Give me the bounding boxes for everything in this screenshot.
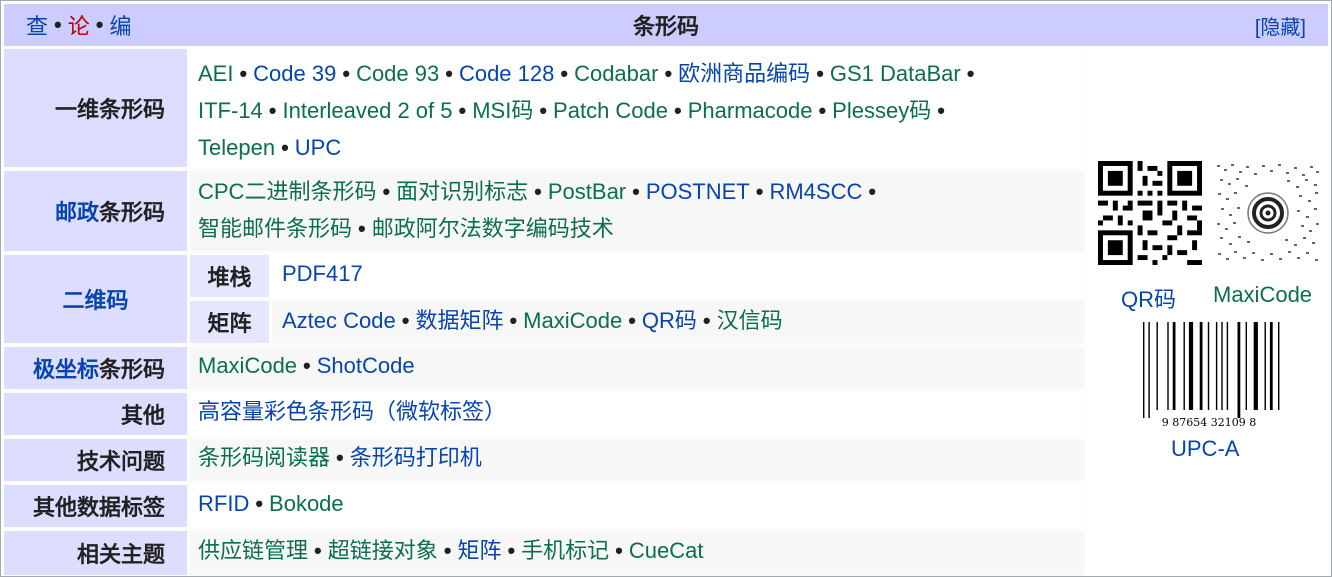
list-item[interactable]: Aztec Code (282, 308, 396, 333)
hide-toggle[interactable]: [隐藏] (1255, 4, 1306, 46)
group-label-rest: 条形码 (98, 357, 165, 382)
group-list-postal: CPC二进制条形码 • 面对识别标志 • PostBar • POSTNET • RM4SCC •… (190, 171, 1084, 251)
list-item[interactable]: 欧洲商品编码 (678, 61, 810, 86)
group-list-other: 高容量彩色条形码（微软标签） (190, 393, 1084, 435)
list-item[interactable]: 矩阵 (457, 538, 501, 563)
navbox-title-bar: 查 • 论 • 编 条形码 [隐藏] (4, 4, 1328, 46)
group-label-1d: 一维条形码 (4, 49, 187, 167)
upc-barcode-image[interactable]: 9 87654 32109 8 (1133, 322, 1285, 430)
list-item[interactable]: Code 93 (356, 61, 439, 86)
vte-links: 查 • 论 • 编 (26, 4, 131, 46)
subgroup-list-stacked: PDF417 (272, 255, 1084, 297)
list-item[interactable]: Code 39 (253, 61, 336, 86)
maxicode-image[interactable] (1215, 161, 1321, 265)
group-list-related: 供应链管理 • 超链接对象 • 矩阵 • 手机标记 • CueCat (190, 531, 1084, 575)
talk-link[interactable]: 论 (68, 9, 90, 41)
list-item[interactable]: 供应链管理 (198, 538, 308, 563)
list-item[interactable]: 超链接对象 (328, 538, 438, 563)
group-list-polar: MaxiCode • ShotCode (190, 347, 1084, 389)
group-label-rest: 条形码 (98, 200, 165, 225)
list-item[interactable]: MaxiCode (523, 308, 622, 333)
group-label-related: 相关主题 (4, 531, 187, 575)
image-column: QR码 MaxiCode 9 87654 32109 8 UPC-A (1087, 49, 1328, 575)
list-item[interactable]: RFID (198, 491, 249, 516)
list-item[interactable]: CueCat (629, 538, 704, 563)
qr-code-image[interactable] (1098, 161, 1202, 265)
list-item[interactable]: RM4SCC (769, 179, 862, 204)
list-item[interactable]: 数据矩阵 (415, 308, 503, 333)
upc-digits: 9 87654 32109 8 (1162, 416, 1256, 429)
group-label-other: 其他 (4, 393, 187, 435)
list-item[interactable]: 邮政阿尔法数字编码技术 (372, 216, 614, 241)
subgroup-label-matrix: 矩阵 (190, 301, 269, 343)
list-item[interactable]: Codabar (574, 61, 658, 86)
polar-link[interactable]: 极坐标 (33, 352, 99, 384)
list-item[interactable]: MaxiCode (198, 353, 297, 378)
list-item[interactable]: MSI码 (472, 98, 533, 123)
navbox: 查 • 论 • 编 条形码 [隐藏] 一维条形码 AEI • Code 39 • Cod… (0, 0, 1332, 577)
group-list-1d: AEI • Code 39 • Code 93 • Code 128 • Codabar • 欧洲商… (190, 49, 1084, 167)
list-item[interactable]: GS1 DataBar (830, 61, 961, 86)
group-label-tech: 技术问题 (4, 439, 187, 481)
list-item[interactable]: Telepen (198, 135, 275, 160)
list-item[interactable]: PostBar (548, 179, 626, 204)
postal-link[interactable]: 邮政 (55, 195, 99, 227)
2d-link[interactable]: 二维码 (62, 283, 128, 315)
group-label-data-tags: 其他数据标签 (4, 485, 187, 527)
list-item[interactable]: AEI (198, 61, 233, 86)
list-item[interactable]: CPC二进制条形码 (198, 179, 376, 204)
list-item[interactable]: Patch Code (553, 98, 668, 123)
list-item[interactable]: Code 128 (459, 61, 554, 86)
list-item[interactable]: 面对识别标志 (396, 179, 528, 204)
list-item[interactable]: Interleaved 2 of 5 (283, 98, 453, 123)
list-item[interactable]: Bokode (269, 491, 344, 516)
maxicode-caption[interactable]: MaxiCode (1213, 282, 1312, 308)
list-item[interactable]: 手机标记 (521, 538, 609, 563)
list-item[interactable]: ITF-14 (198, 98, 263, 123)
group-label-postal: 邮政 条形码 (4, 171, 187, 251)
list-item[interactable]: Pharmacode (688, 98, 813, 123)
group-list-tech: 条形码阅读器 • 条形码打印机 (190, 439, 1084, 481)
subgroup-label-stacked: 堆栈 (190, 255, 269, 297)
list-item[interactable]: ShotCode (317, 353, 415, 378)
view-link[interactable]: 查 (26, 9, 48, 41)
list-item[interactable]: 条形码阅读器 (198, 445, 330, 470)
upc-caption[interactable]: UPC-A (1171, 436, 1239, 462)
list-item[interactable]: UPC (295, 135, 341, 160)
qr-caption[interactable]: QR码 (1121, 282, 1176, 314)
group-label-2d: 二维码 (4, 255, 187, 343)
group-label-polar: 极坐标 条形码 (4, 347, 187, 389)
list-item[interactable]: 高容量彩色条形码（微软标签） (198, 399, 506, 424)
list-item[interactable]: 条形码打印机 (350, 445, 482, 470)
edit-link[interactable]: 编 (109, 9, 131, 41)
list-item[interactable]: QR码 (642, 308, 697, 333)
list-item[interactable]: 智能邮件条形码 (198, 216, 352, 241)
group-list-data-tags: RFID • Bokode (190, 485, 1084, 527)
list-item[interactable]: PDF417 (282, 261, 363, 286)
list-item[interactable]: POSTNET (646, 179, 750, 204)
subgroup-list-matrix: Aztec Code • 数据矩阵 • MaxiCode • QR码 • 汉信码 (272, 301, 1084, 343)
navbox-title: 条形码 (632, 14, 699, 39)
list-item[interactable]: Plessey码 (832, 98, 931, 123)
list-item[interactable]: 汉信码 (717, 308, 783, 333)
